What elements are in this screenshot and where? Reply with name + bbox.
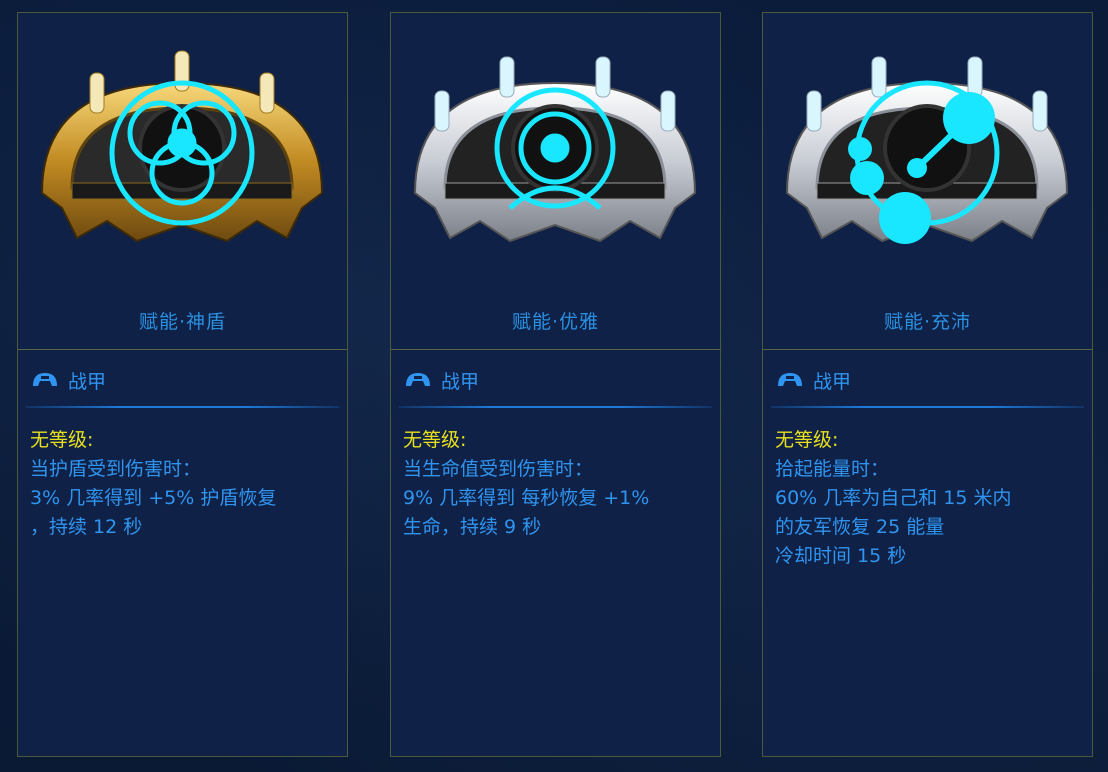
mod-type-label: 战甲 <box>441 370 480 393</box>
mod-title: 赋能·充沛 <box>883 311 972 333</box>
mod-frame-gold <box>40 50 324 243</box>
divider <box>399 406 712 408</box>
description-line: 60% 几率为自己和 15 米内 <box>775 487 1012 509</box>
rank-label: 无等级: <box>403 429 467 451</box>
mod-type-label: 战甲 <box>813 370 852 393</box>
mod-card-art-panel: 赋能·神盾 <box>18 13 347 350</box>
mod-card-aegis[interactable]: 赋能·神盾 战甲 无等级: 当护盾受到伤害时： 3% 几率得到 +5% 护盾恢复… <box>17 12 348 757</box>
divider <box>26 406 339 408</box>
mod-description: 无等级: 拾起能量时： 60% 几率为自己和 15 米内 的友军恢复 25 能量… <box>775 426 1085 571</box>
mod-type-label: 战甲 <box>68 370 107 393</box>
description-line: 3% 几率得到 +5% 护盾恢复 <box>30 487 277 509</box>
description-line: 拾起能量时： <box>775 458 890 480</box>
description-line: ，持续 12 秒 <box>30 516 143 538</box>
mod-type-row: 战甲 <box>775 365 851 395</box>
warframe-helmet-icon <box>406 373 430 386</box>
mod-frame-silver <box>413 56 697 243</box>
divider <box>771 406 1084 408</box>
mod-title: 赋能·优雅 <box>511 311 600 333</box>
description-line: 当生命值受到伤害时： <box>403 458 594 480</box>
mod-description: 无等级: 当护盾受到伤害时： 3% 几率得到 +5% 护盾恢复 ，持续 12 秒 <box>30 426 340 542</box>
mod-title: 赋能·神盾 <box>138 311 227 333</box>
warframe-helmet-icon <box>33 373 57 386</box>
mod-card-art-panel: 赋能·优雅 <box>391 13 720 350</box>
mod-card-grace[interactable]: 赋能·优雅 战甲 无等级: 当生命值受到伤害时： 9% 几率得到 每秒恢复 +1… <box>390 12 721 757</box>
mod-type-row: 战甲 <box>403 365 479 395</box>
description-line: 当护盾受到伤害时： <box>30 458 202 480</box>
warframe-helmet-icon <box>778 373 802 386</box>
description-line: 的友军恢复 25 能量 <box>775 516 945 538</box>
mod-frame-silver <box>785 56 1069 244</box>
description-line: 冷却时间 15 秒 <box>775 545 907 567</box>
rank-label: 无等级: <box>775 429 839 451</box>
description-line: 生命，持续 9 秒 <box>403 516 542 538</box>
mod-type-row: 战甲 <box>30 365 106 395</box>
mod-card-art-panel: 赋能·充沛 <box>763 13 1092 350</box>
description-line: 9% 几率得到 每秒恢复 +1% <box>403 487 650 509</box>
mod-card-vigor[interactable]: 赋能·充沛 战甲 无等级: 拾起能量时： 60% 几率为自己和 15 米内 的友… <box>762 12 1093 757</box>
mod-description: 无等级: 当生命值受到伤害时： 9% 几率得到 每秒恢复 +1% 生命，持续 9… <box>403 426 713 542</box>
rank-label: 无等级: <box>30 429 94 451</box>
